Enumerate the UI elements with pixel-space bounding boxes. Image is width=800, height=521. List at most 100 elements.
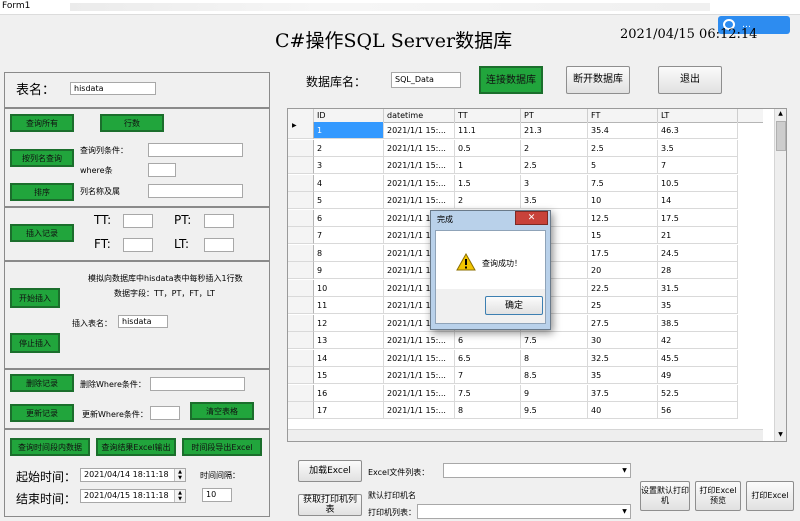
row-header[interactable] <box>288 297 314 314</box>
insert-table-input[interactable]: hisdata <box>118 315 168 328</box>
grid-cell[interactable]: 10 <box>588 192 658 209</box>
grid-cell[interactable]: 20 <box>588 262 658 279</box>
grid-cell[interactable]: 6 <box>314 209 384 227</box>
set-default-printer-button[interactable]: 设置默认打印机 <box>640 481 690 511</box>
row-header[interactable] <box>288 402 314 419</box>
grid-cell[interactable]: 8.5 <box>521 367 588 384</box>
horizontal-scrollbar[interactable] <box>288 429 763 441</box>
grid-cell[interactable]: 2021/1/1 15:... <box>384 367 455 384</box>
grid-cell[interactable]: 13 <box>314 332 384 349</box>
row-header[interactable] <box>288 314 314 332</box>
grid-cell[interactable]: 2021/1/1 15:... <box>384 122 455 139</box>
grid-cell[interactable]: 3.5 <box>521 192 588 209</box>
excel-list-chevron-down-icon[interactable]: ▼ <box>619 464 630 477</box>
grid-cell[interactable]: 49 <box>658 367 738 384</box>
disconnect-db-button[interactable]: 断开数据库 <box>566 66 630 94</box>
grid-cell[interactable]: 9 <box>521 384 588 402</box>
printer-list-chevron-down-icon[interactable]: ▼ <box>619 505 630 518</box>
end-time-picker[interactable]: 2021/04/15 18:11:18 ▲ ▼ <box>80 489 186 503</box>
query-by-column-button[interactable]: 按列名查询 <box>10 149 74 167</box>
grid-cell[interactable]: 46.3 <box>658 122 738 139</box>
row-header[interactable] <box>288 384 314 402</box>
column-header[interactable]: PT <box>521 109 588 122</box>
sort-button[interactable]: 排序 <box>10 183 74 201</box>
update-where-input[interactable] <box>150 406 180 420</box>
pt-input[interactable] <box>204 214 234 228</box>
grid-cell[interactable]: 2021/1/1 15:... <box>384 157 455 174</box>
grid-cell[interactable]: 2 <box>314 139 384 157</box>
query-time-range-button[interactable]: 查询时间段内数据 <box>10 438 90 456</box>
insert-record-button[interactable]: 插入记录 <box>10 224 74 242</box>
column-header[interactable]: LT <box>658 109 738 122</box>
grid-cell[interactable]: 32.5 <box>588 349 658 367</box>
grid-cell[interactable]: 27.5 <box>588 314 658 332</box>
grid-cell[interactable]: 7.5 <box>455 384 521 402</box>
grid-cell[interactable]: 1 <box>455 157 521 174</box>
grid-cell[interactable]: 42 <box>658 332 738 349</box>
grid-cell[interactable]: 2.5 <box>588 139 658 157</box>
grid-cell[interactable]: 7.5 <box>521 332 588 349</box>
row-header[interactable] <box>288 227 314 244</box>
grid-cell[interactable]: 15 <box>588 227 658 244</box>
row-header[interactable] <box>288 349 314 367</box>
table-name-input[interactable]: hisdata <box>70 82 156 95</box>
column-header[interactable]: datetime <box>384 109 455 122</box>
grid-cell[interactable]: 3 <box>521 174 588 192</box>
row-header[interactable] <box>288 174 314 192</box>
grid-cell[interactable]: 7 <box>658 157 738 174</box>
row-header[interactable] <box>288 139 314 157</box>
grid-cell[interactable]: 2.5 <box>521 157 588 174</box>
clear-table-button[interactable]: 清空表格 <box>190 402 254 420</box>
exit-button[interactable]: 退出 <box>658 66 722 94</box>
row-header[interactable] <box>288 262 314 279</box>
grid-cell[interactable]: 10 <box>314 279 384 297</box>
interval-input[interactable]: 10 <box>202 488 232 502</box>
tt-input[interactable] <box>123 214 153 228</box>
print-excel-button[interactable]: 打印Excel <box>746 481 794 511</box>
row-header[interactable] <box>288 192 314 209</box>
grid-cell[interactable]: 2021/1/1 15:... <box>384 402 455 419</box>
load-excel-button[interactable]: 加载Excel <box>298 460 362 482</box>
grid-cell[interactable]: 40 <box>588 402 658 419</box>
grid-cell[interactable]: 25 <box>588 297 658 314</box>
excel-list-select[interactable]: ▼ <box>443 463 631 478</box>
grid-cell[interactable]: 2 <box>455 192 521 209</box>
scroll-down-icon[interactable]: ▼ <box>776 431 785 440</box>
grid-cell[interactable]: 6.5 <box>455 349 521 367</box>
update-record-button[interactable]: 更新记录 <box>10 404 74 422</box>
query-all-button[interactable]: 查询所有 <box>10 114 74 132</box>
grid-cell[interactable]: 12.5 <box>588 209 658 227</box>
grid-cell[interactable]: 2021/1/1 15:... <box>384 192 455 209</box>
start-insert-button[interactable]: 开始插入 <box>10 288 60 308</box>
grid-cell[interactable]: 8 <box>455 402 521 419</box>
printer-list-select[interactable]: ▼ <box>417 504 631 519</box>
grid-cell[interactable]: 1 <box>314 122 384 139</box>
dialog-close-button[interactable]: ✕ <box>515 211 548 225</box>
scroll-thumb[interactable] <box>776 121 786 151</box>
column-header[interactable]: TT <box>455 109 521 122</box>
row-header[interactable] <box>288 209 314 227</box>
ft-input[interactable] <box>123 238 153 252</box>
row-header[interactable] <box>288 279 314 297</box>
grid-cell[interactable]: 5 <box>314 192 384 209</box>
row-count-button[interactable]: 行数 <box>100 114 164 132</box>
grid-cell[interactable]: 52.5 <box>658 384 738 402</box>
grid-cell[interactable]: 28 <box>658 262 738 279</box>
grid-cell[interactable]: 17 <box>314 402 384 419</box>
end-time-spin-icon[interactable]: ▲ ▼ <box>174 490 185 502</box>
grid-cell[interactable]: 1.5 <box>455 174 521 192</box>
delete-record-button[interactable]: 删除记录 <box>10 374 74 392</box>
grid-cell[interactable]: 3 <box>314 157 384 174</box>
grid-cell[interactable]: 2021/1/1 15:... <box>384 139 455 157</box>
grid-cell[interactable]: 15 <box>314 367 384 384</box>
grid-cell[interactable]: 10.5 <box>658 174 738 192</box>
grid-cell[interactable]: 22.5 <box>588 279 658 297</box>
grid-cell[interactable]: 2021/1/1 15:... <box>384 384 455 402</box>
delete-where-input[interactable] <box>150 377 245 391</box>
grid-cell[interactable]: 4 <box>314 174 384 192</box>
grid-cell[interactable]: 7.5 <box>588 174 658 192</box>
grid-cell[interactable]: 2021/1/1 15:... <box>384 332 455 349</box>
grid-cell[interactable]: 31.5 <box>658 279 738 297</box>
grid-cell[interactable]: 24.5 <box>658 244 738 262</box>
print-preview-button[interactable]: 打印Excel预览 <box>695 481 741 511</box>
